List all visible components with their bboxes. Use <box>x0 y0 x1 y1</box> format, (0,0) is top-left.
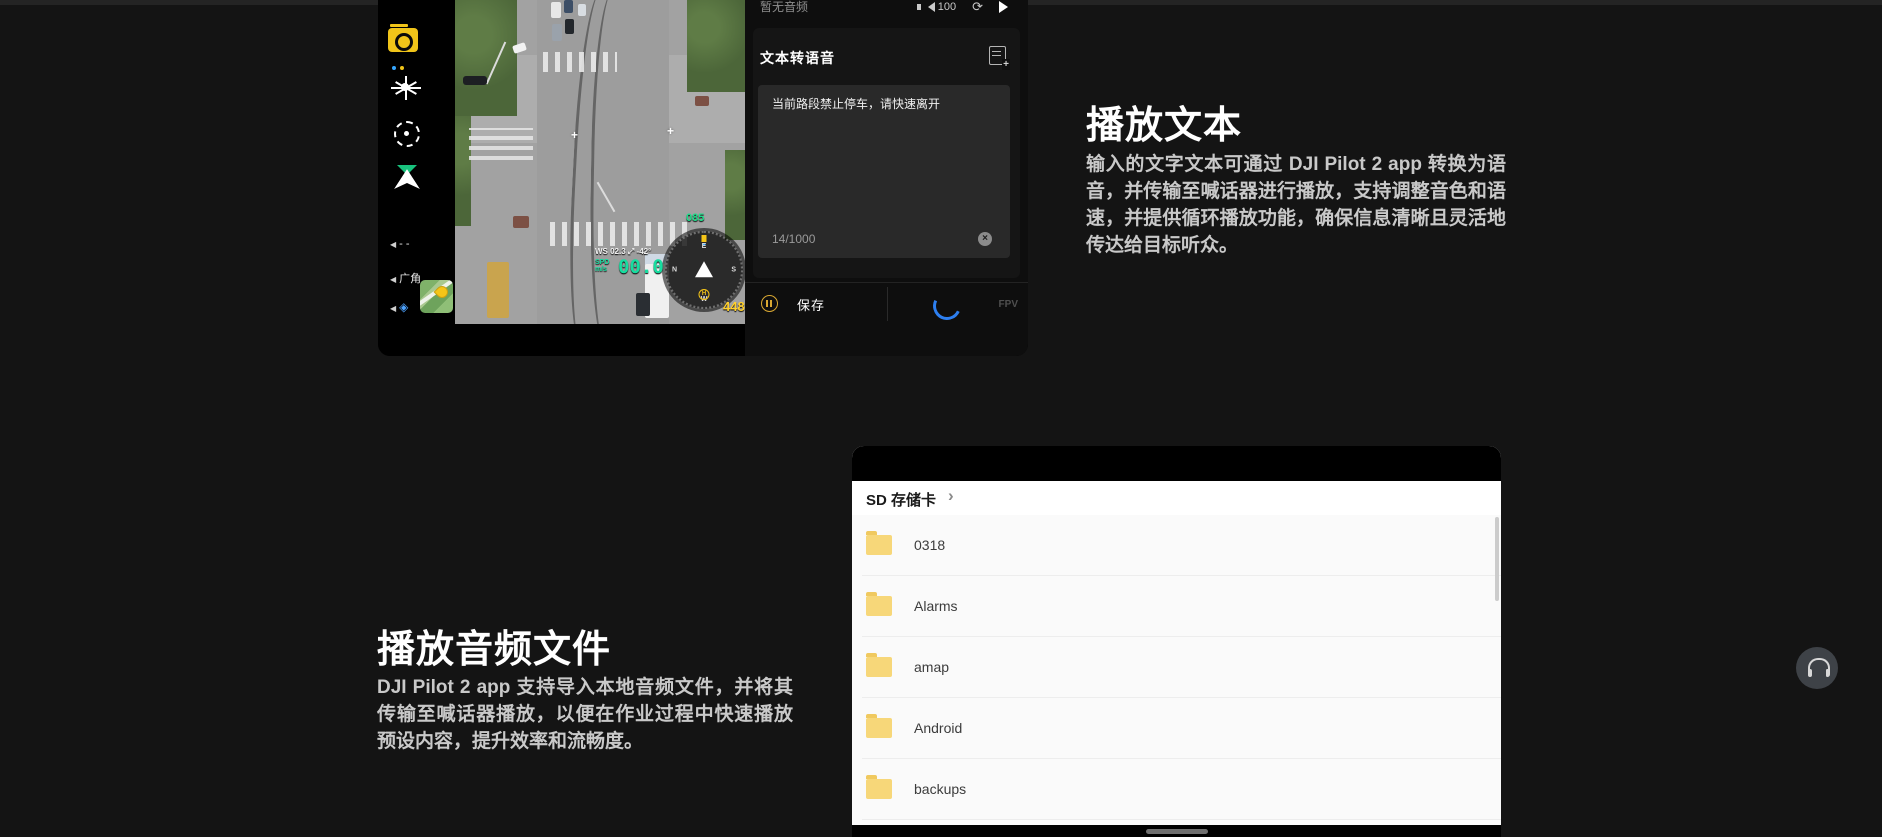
folder-icon <box>866 596 892 616</box>
crosshair-marker: + <box>571 128 578 142</box>
compass-letter: N <box>672 267 677 274</box>
folder-row[interactable]: 0318 <box>852 515 1501 576</box>
fpv-label: FPV <box>999 299 1018 310</box>
pause-icon[interactable] <box>761 295 778 312</box>
home-indicator-bar[interactable] <box>1146 829 1208 834</box>
drone-orientation-icon[interactable] <box>394 165 420 193</box>
chevron-left-icon: ◀ <box>390 275 396 284</box>
chevron-left-icon: ◀ <box>390 240 396 249</box>
tts-panel: 暂无音频 100 ⟳ 文本转语音 当前路段禁止停车，请快速离开 14/1000 … <box>745 0 1028 356</box>
compass-letter: E <box>702 243 707 250</box>
play-audio-description: DJI Pilot 2 app 支持导入本地音频文件，并将其传输至喊话器播放，以… <box>377 674 793 755</box>
breadcrumb[interactable]: SD 存储卡 <box>866 489 936 510</box>
folder-label: 0318 <box>914 537 945 553</box>
crosswalk <box>469 128 533 160</box>
play-text-heading: 播放文本 <box>1086 94 1242 149</box>
home-point-badge: H <box>699 289 710 300</box>
camera-mode-icon[interactable] <box>388 28 418 52</box>
crosswalk <box>550 222 690 246</box>
compass-gimbal-mark <box>702 235 707 242</box>
mode-dots-icon <box>392 57 442 61</box>
folder-row[interactable]: backups <box>852 759 1501 820</box>
compass-dial: N E S W H <box>665 231 743 309</box>
folder-label: backups <box>914 781 966 797</box>
diamond-icon: ◈ <box>399 300 408 314</box>
folder-row[interactable]: amap <box>852 637 1501 698</box>
speaker-icon <box>928 2 935 12</box>
vehicle <box>552 24 562 41</box>
volume-indicator[interactable]: 100 <box>928 1 956 13</box>
ground-patch <box>513 216 529 228</box>
folder-icon <box>866 535 892 555</box>
divider <box>887 287 888 321</box>
wide-angle-control[interactable]: ◀广角 <box>390 270 421 286</box>
folder-row[interactable]: Android <box>852 698 1501 759</box>
file-browser-card: SD 存储卡 › 0318 Alarms amap Android backups <box>852 446 1501 837</box>
vehicle <box>564 0 573 13</box>
tts-textarea[interactable]: 当前路段禁止停车，请快速离开 14/1000 × <box>758 85 1010 258</box>
vehicle <box>578 4 586 16</box>
crosshair-marker: + <box>667 124 674 138</box>
compass-letter: S <box>731 267 736 274</box>
hud-speed-value: 00.0 <box>618 256 664 278</box>
char-counter: 14/1000 <box>772 232 815 246</box>
support-button[interactable] <box>1796 647 1838 689</box>
vegetation <box>725 150 745 240</box>
folder-label: amap <box>914 659 949 675</box>
waypoint-control[interactable]: ◀◈ <box>390 300 408 314</box>
folder-label: Alarms <box>914 598 958 614</box>
folder-row[interactable]: Alarms <box>852 576 1501 637</box>
folder-icon <box>866 657 892 677</box>
camera-sidebar: ◀- - ◀广角 ◀◈ <box>378 0 455 356</box>
folder-icon <box>866 718 892 738</box>
app-screenshot-card: ◀- - ◀广角 ◀◈ + <box>378 0 1028 356</box>
play-audio-heading: 播放音频文件 <box>377 618 611 673</box>
scrollbar-thumb[interactable] <box>1495 517 1499 601</box>
vehicle <box>636 293 650 316</box>
hud-heading-value: 085 <box>686 212 704 224</box>
tts-text-value: 当前路段禁止停车，请快速离开 <box>772 96 994 113</box>
tts-title: 文本转语音 <box>760 48 835 68</box>
chevron-left-icon: ◀ <box>390 304 396 313</box>
vegetation <box>455 0 517 116</box>
vehicle <box>463 76 487 85</box>
compass-aircraft-icon <box>695 261 713 277</box>
loading-spinner <box>929 288 965 324</box>
tts-action-bar: 保存 FPV <box>745 282 1028 325</box>
volume-value: 100 <box>938 1 956 13</box>
chevron-right-icon: › <box>948 486 954 506</box>
play-icon[interactable] <box>999 1 1008 13</box>
save-button[interactable]: 保存 <box>797 295 825 314</box>
device-bezel-top <box>852 446 1501 481</box>
headset-icon <box>1808 658 1830 672</box>
vehicle <box>551 2 561 18</box>
hud-speed-label: SPD m/s <box>595 259 609 273</box>
folder-label: Android <box>914 720 962 736</box>
play-text-description: 输入的文字文本可通过 DJI Pilot 2 app 转换为语音，并传输至喊话器… <box>1086 151 1506 259</box>
new-text-icon[interactable] <box>989 46 1006 65</box>
camera-live-view: + + 085 N E S W H WS 02.3 ⤢ -42° SPD m/s… <box>455 0 745 324</box>
ground-patch <box>695 96 709 106</box>
vegetation <box>687 0 745 92</box>
folder-icon <box>866 779 892 799</box>
zoom-level-control[interactable]: ◀- - <box>390 238 410 250</box>
clear-text-button[interactable]: × <box>978 232 992 246</box>
loop-icon[interactable]: ⟳ <box>972 0 983 15</box>
hud-altitude-value: 448 <box>723 299 745 314</box>
vehicle <box>487 262 509 318</box>
folder-list: 0318AlarmsamapAndroidbackups <box>852 515 1501 771</box>
file-browser-header: SD 存储卡 › <box>852 481 1501 516</box>
focus-icon[interactable] <box>394 121 420 147</box>
no-audio-label: 暂无音频 <box>760 0 808 14</box>
minimap-thumbnail[interactable] <box>420 280 453 313</box>
exposure-icon[interactable] <box>395 77 417 99</box>
audio-list-row[interactable]: 暂无音频 100 ⟳ <box>760 0 1020 16</box>
vehicle <box>565 19 574 34</box>
crosswalk <box>543 52 617 72</box>
